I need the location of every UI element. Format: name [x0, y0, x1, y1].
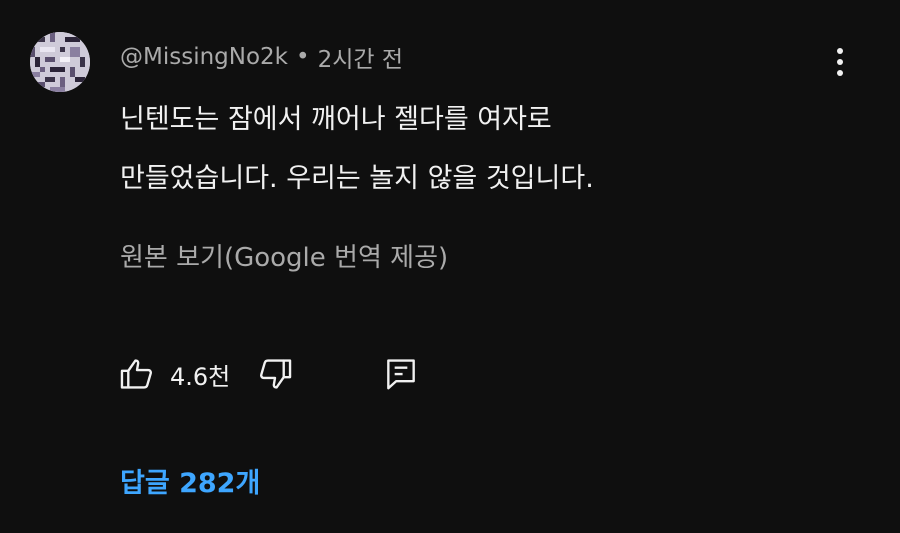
view-original-link[interactable]: 원본 보기(Google 번역 제공) — [120, 236, 448, 280]
comment-header: @MissingNo2k • 2시간 전 — [120, 40, 403, 74]
comment-reply-icon — [387, 359, 416, 390]
more-options-button[interactable] — [828, 44, 852, 80]
replies-toggle[interactable]: 답글 282개 — [120, 462, 260, 506]
vertical-dots-icon — [837, 48, 843, 54]
like-count: 4.6천 — [170, 362, 231, 391]
author-name[interactable]: @MissingNo2k — [120, 44, 288, 70]
thumbs-up-icon — [120, 359, 152, 389]
avatar[interactable] — [30, 32, 90, 92]
comment-line: 닌텐도는 잠에서 깨어나 젤다를 여자로 — [120, 104, 552, 135]
vertical-dots-icon — [837, 59, 843, 65]
comment-actions: 4.6천 — [118, 352, 420, 396]
dislike-button[interactable] — [256, 355, 294, 393]
comment-line: 만들었습니다. 우리는 놀지 않을 것입니다. — [120, 163, 594, 194]
thumbs-down-icon — [260, 359, 292, 389]
comment-text: 닌텐도는 잠에서 깨어나 젤다를 여자로 만들었습니다. 우리는 놀지 않을 것… — [120, 90, 760, 208]
comment-time[interactable]: 2시간 전 — [318, 40, 403, 74]
vertical-dots-icon — [837, 70, 843, 76]
reply-button[interactable] — [382, 355, 420, 393]
pixel-glitch-avatar — [30, 32, 90, 92]
like-button[interactable]: 4.6천 — [118, 355, 256, 393]
separator: • — [296, 44, 310, 70]
